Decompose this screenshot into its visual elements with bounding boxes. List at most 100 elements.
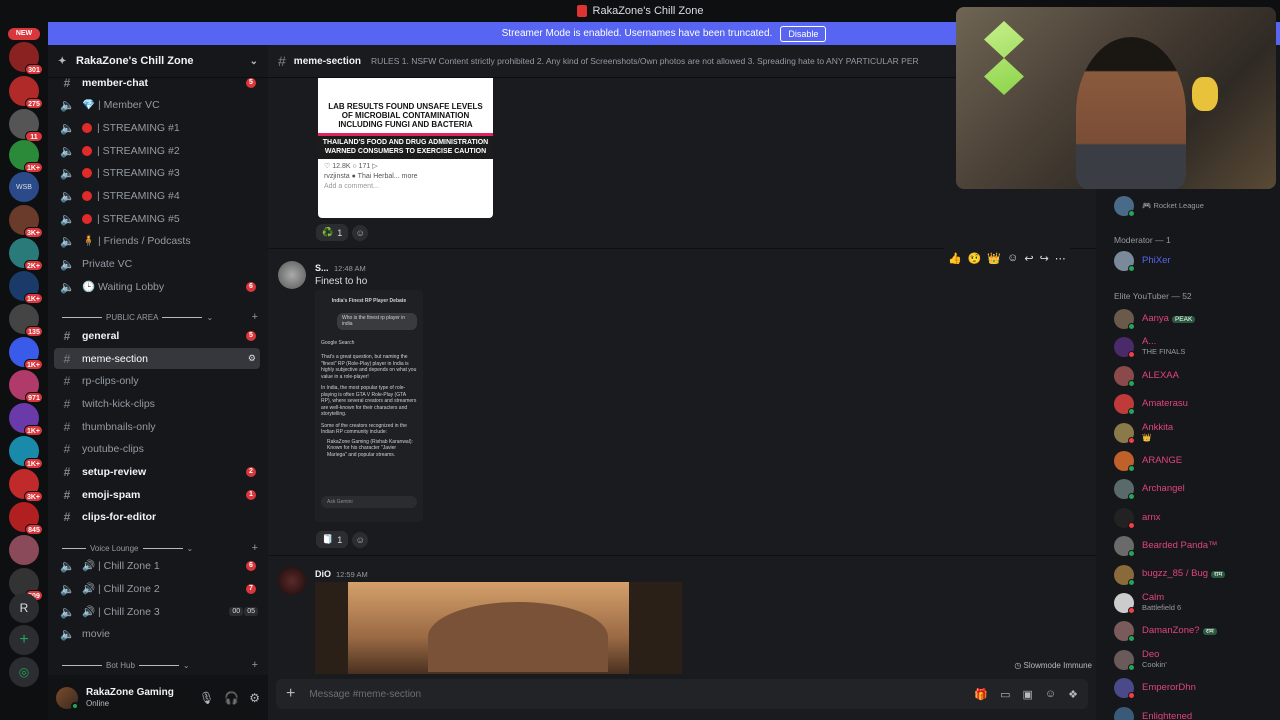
- emoji-icon[interactable]: ☺: [1045, 688, 1056, 701]
- server-icon[interactable]: 1K+: [9, 140, 43, 173]
- avatar[interactable]: [56, 686, 79, 710]
- reaction-pill[interactable]: 🧻 1: [316, 531, 349, 548]
- member-row[interactable]: Calm Battlefield 6: [1114, 592, 1274, 614]
- add-channel-icon[interactable]: +: [252, 659, 258, 671]
- channel-waiting-lobby[interactable]: 🔈 🕒 Waiting Lobby 6: [54, 276, 260, 297]
- channel-emoji-spam[interactable]: # emoji-spam 1: [54, 484, 260, 505]
- gif-icon[interactable]: ▭: [1000, 688, 1010, 701]
- member-row[interactable]: Enlightened: [1114, 706, 1274, 720]
- chevron-down-icon[interactable]: ⌄: [250, 56, 258, 67]
- channel-member-vc[interactable]: 🔈 💎 | Member VC: [54, 94, 260, 115]
- channel-twitch-kick-clips[interactable]: # twitch-kick-clips: [54, 393, 260, 414]
- microphone-icon[interactable]: 🎙: [199, 691, 214, 705]
- server-icon[interactable]: 2K+: [9, 238, 43, 271]
- message-composer[interactable]: + Message #meme-section 🎁 ▭ ▣ ☺ ❖: [276, 679, 1088, 709]
- channel-clips-for-editor[interactable]: # clips-for-editor: [54, 506, 260, 527]
- channel-streaming-1[interactable]: 🔈 | STREAMING #1: [54, 117, 260, 138]
- channel-member-chat[interactable]: # member-chat 5: [54, 72, 260, 93]
- thumbs-up-icon[interactable]: 👍: [948, 252, 962, 265]
- avatar[interactable]: [278, 261, 306, 289]
- channel-streaming-2[interactable]: 🔈 | STREAMING #2: [54, 140, 260, 161]
- member-row[interactable]: Amaterasu: [1114, 393, 1274, 416]
- channel-streaming-5[interactable]: 🔈 | STREAMING #5: [54, 208, 260, 229]
- server-icon[interactable]: WSB: [9, 172, 39, 202]
- channel-streaming-3[interactable]: 🔈 | STREAMING #3: [54, 162, 260, 183]
- attach-plus-icon[interactable]: +: [286, 685, 295, 703]
- composer-placeholder[interactable]: Message #meme-section: [309, 689, 421, 700]
- headphones-icon[interactable]: 🎧: [224, 691, 239, 705]
- member-row[interactable]: bugzz_85 / Bug राम: [1114, 564, 1274, 586]
- server-icon[interactable]: 1K+: [9, 271, 43, 304]
- category-voice-lounge[interactable]: Voice Lounge ⌄ +: [58, 541, 258, 555]
- server-icon[interactable]: 275: [9, 76, 43, 109]
- server-icon[interactable]: 11: [9, 109, 43, 142]
- reaction-pill[interactable]: ♻️ 1: [316, 224, 349, 241]
- message-screenshot[interactable]: India's Finest RP Player Debate Who is t…: [315, 290, 423, 522]
- user-info[interactable]: RakaZone Gaming Online: [86, 687, 174, 709]
- new-pill[interactable]: NEW: [8, 28, 40, 40]
- gear-icon[interactable]: ⚙: [249, 691, 260, 705]
- server-icon-letter[interactable]: R: [9, 593, 39, 623]
- add-reaction-icon[interactable]: ☺: [352, 224, 369, 241]
- add-channel-icon[interactable]: +: [252, 311, 258, 323]
- server-icon[interactable]: 3K+: [9, 469, 43, 502]
- channel-movie[interactable]: 🔈 movie: [54, 623, 260, 644]
- category-public-area[interactable]: PUBLIC AREA ⌄ +: [58, 310, 258, 324]
- member-row[interactable]: DamanZone? राम: [1114, 620, 1274, 643]
- server-icon[interactable]: [9, 535, 39, 565]
- add-channel-icon[interactable]: +: [252, 542, 258, 554]
- discover-icon[interactable]: ◎: [9, 657, 39, 687]
- message-author[interactable]: DiO: [315, 569, 331, 579]
- server-icon[interactable]: 1K+: [9, 403, 43, 436]
- member-row[interactable]: Deo Cookin': [1114, 649, 1274, 671]
- channel-streaming-4[interactable]: 🔈 | STREAMING #4: [54, 185, 260, 206]
- channel-chill-zone-1[interactable]: 🔈 🔊 | Chill Zone 1 6: [54, 555, 260, 576]
- channel-topic[interactable]: RULES 1. NSFW Content strictly prohibite…: [371, 56, 919, 66]
- member-row[interactable]: PhiXer: [1114, 250, 1274, 272]
- member-row[interactable]: Ankkita 👑: [1114, 422, 1274, 444]
- member-row[interactable]: Bearded Panda™: [1114, 535, 1274, 558]
- member-row[interactable]: 🎮 Rocket League: [1114, 195, 1274, 217]
- more-icon[interactable]: ⋯: [1055, 252, 1066, 265]
- channel-friends-podcasts[interactable]: 🔈 🧍 | Friends / Podcasts: [54, 230, 260, 251]
- member-row[interactable]: Archangel: [1114, 478, 1274, 501]
- server-icon[interactable]: 845: [9, 502, 43, 535]
- member-row[interactable]: ARANGE: [1114, 450, 1274, 472]
- member-row[interactable]: EmperorDhn: [1114, 677, 1274, 700]
- sticker-icon[interactable]: ▣: [1022, 688, 1032, 701]
- crown-icon[interactable]: 👑: [987, 252, 1001, 265]
- message-author[interactable]: S...: [315, 263, 329, 273]
- channel-youtube-clips[interactable]: # youtube-clips: [54, 438, 260, 459]
- member-row[interactable]: Aanya PEAK: [1114, 308, 1274, 330]
- message-video[interactable]: [315, 582, 682, 674]
- member-row[interactable]: A... THE FINALS: [1114, 336, 1274, 359]
- message-image[interactable]: LAB RESULTS FOUND UNSAFE LEVELS OF MICRO…: [318, 78, 493, 218]
- raised-eyebrow-icon[interactable]: 🤨: [968, 252, 982, 265]
- reply-icon[interactable]: ↩: [1024, 252, 1033, 265]
- add-server-icon[interactable]: +: [9, 625, 39, 655]
- server-icon[interactable]: 135: [9, 304, 43, 337]
- channel-meme-section[interactable]: # meme-section ⚙: [54, 348, 260, 369]
- server-icon[interactable]: 301: [9, 42, 43, 75]
- channel-setup-review[interactable]: # setup-review 2: [54, 461, 260, 482]
- apps-icon[interactable]: ❖: [1068, 688, 1078, 701]
- category-bot-hub[interactable]: Bot Hub ⌄ +: [58, 658, 258, 672]
- add-reaction-icon[interactable]: ☺: [1007, 252, 1018, 264]
- server-icon[interactable]: 971: [9, 370, 43, 403]
- avatar[interactable]: [278, 567, 306, 595]
- channel-general[interactable]: # general 5: [54, 325, 260, 346]
- server-icon[interactable]: 3K+: [9, 205, 43, 238]
- disable-streamer-mode-button[interactable]: Disable: [780, 25, 827, 42]
- server-icon[interactable]: 1K+: [9, 436, 43, 469]
- member-row[interactable]: arnx: [1114, 507, 1274, 529]
- gift-icon[interactable]: 🎁: [974, 688, 988, 701]
- member-row[interactable]: ALEXAA: [1114, 365, 1274, 387]
- channel-private-vc[interactable]: 🔈 Private VC: [54, 253, 260, 274]
- channel-settings-icon[interactable]: ⚙: [248, 353, 256, 364]
- forward-icon[interactable]: ↪: [1040, 252, 1049, 265]
- channel-chill-zone-3[interactable]: 🔈 🔊 | Chill Zone 3 00 05: [54, 601, 260, 622]
- add-reaction-icon[interactable]: ☺: [352, 531, 369, 548]
- channel-thumbnails-only[interactable]: # thumbnails-only: [54, 416, 260, 437]
- server-icon[interactable]: 1K+: [9, 337, 43, 370]
- channel-rp-clips-only[interactable]: # rp-clips-only: [54, 370, 260, 391]
